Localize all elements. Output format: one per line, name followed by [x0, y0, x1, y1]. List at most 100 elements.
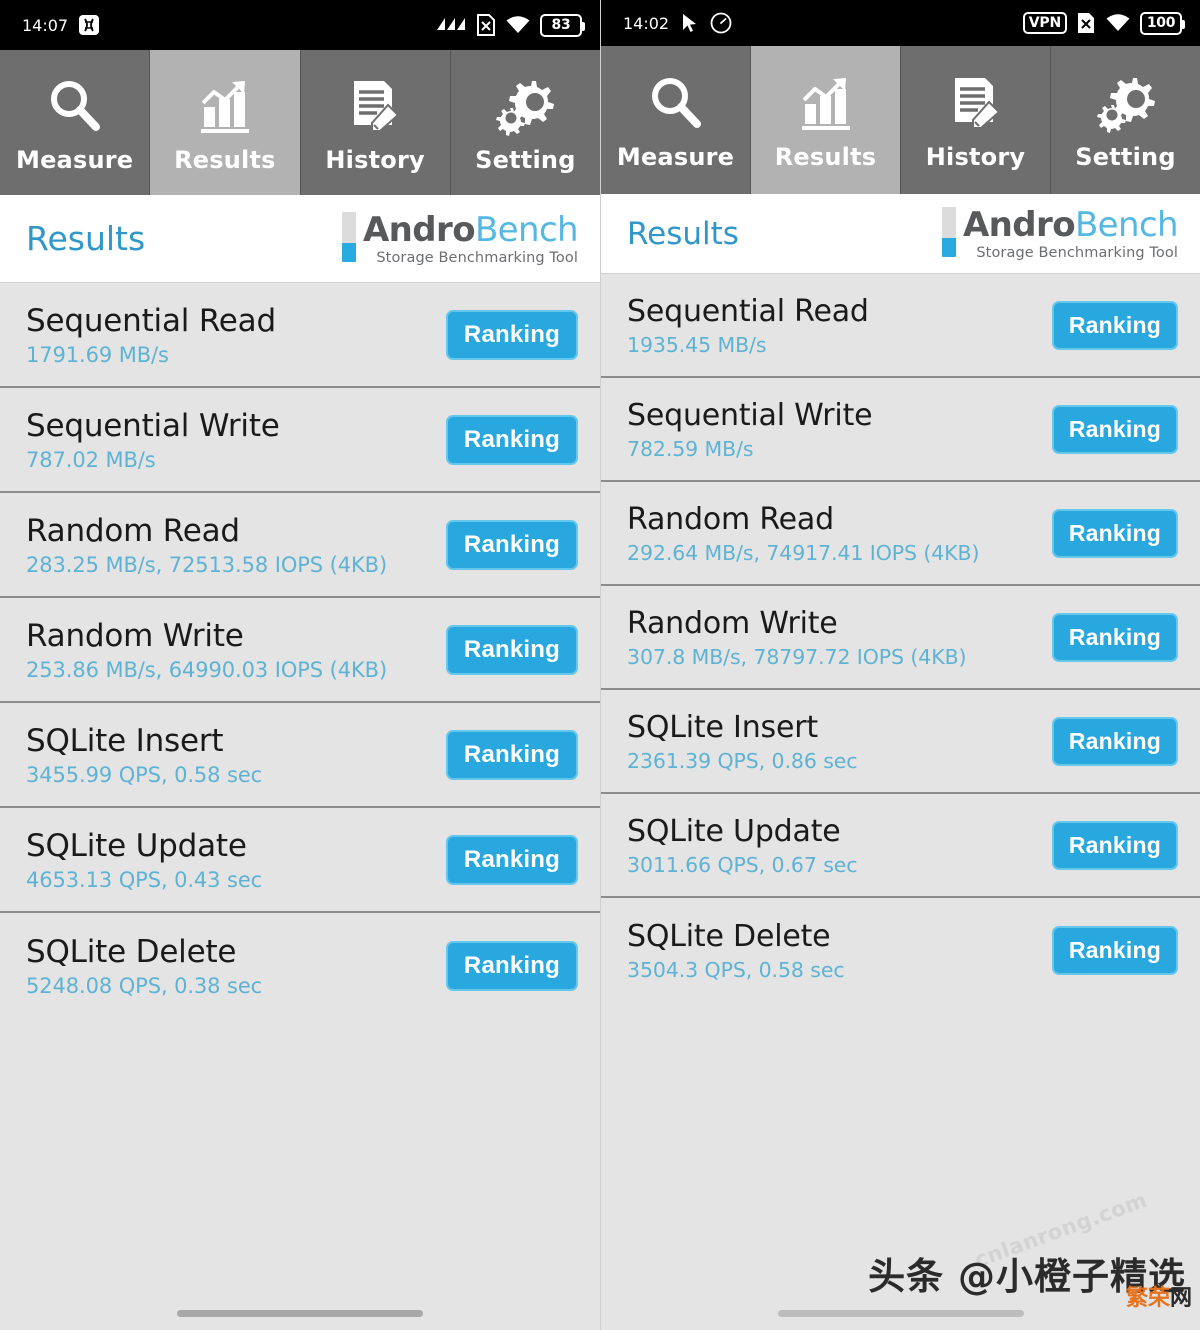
table-row[interactable]: SQLite Insert 3455.99 QPS, 0.58 sec Rank…: [0, 703, 600, 808]
table-row[interactable]: SQLite Insert 2361.39 QPS, 0.86 sec Rank…: [601, 690, 1200, 794]
row-texts: Random Write 253.86 MB/s, 64990.03 IOPS …: [26, 618, 387, 682]
tab-results[interactable]: Results: [150, 50, 301, 195]
row-texts: Sequential Write 782.59 MB/s: [627, 397, 873, 461]
tab-measure-label: Measure: [616, 143, 735, 171]
table-row[interactable]: SQLite Delete 5248.08 QPS, 0.38 sec Rank…: [0, 913, 600, 1018]
sim-disabled-icon: [1076, 11, 1096, 35]
logo-tagline: Storage Benchmarking Tool: [376, 249, 578, 266]
table-row[interactable]: SQLite Update 4653.13 QPS, 0.43 sec Rank…: [0, 808, 600, 913]
document-pencil-icon: [344, 72, 406, 140]
row-texts: SQLite Delete 5248.08 QPS, 0.38 sec: [26, 934, 262, 998]
signal-bars-icon: [435, 14, 467, 36]
status-time: 14:02: [623, 13, 670, 33]
row-texts: Random Read 283.25 MB/s, 72513.58 IOPS (…: [26, 513, 387, 577]
table-row[interactable]: Sequential Write 787.02 MB/s Ranking: [0, 388, 600, 493]
page-header: Results AndroBench Storage Benchmarking …: [0, 195, 600, 283]
logo-text: AndroBench Storage Benchmarking Tool: [362, 209, 579, 266]
results-list: Sequential Read 1791.69 MB/s Ranking Seq…: [0, 283, 600, 1018]
tab-measure[interactable]: Measure: [601, 46, 751, 194]
table-row[interactable]: Random Write 307.8 MB/s, 78797.72 IOPS (…: [601, 586, 1200, 690]
row-title: Random Read: [26, 512, 240, 549]
row-texts: SQLite Insert 2361.39 QPS, 0.86 sec: [627, 709, 858, 773]
tab-results[interactable]: Results: [751, 46, 901, 194]
page-header: Results AndroBench Storage Benchmarking …: [601, 194, 1200, 274]
tab-results-label: Results: [774, 143, 877, 171]
status-bar: 14:07 83: [0, 0, 600, 50]
gears-icon: [494, 72, 556, 140]
ranking-button[interactable]: Ranking: [445, 729, 578, 780]
table-row[interactable]: Sequential Read 1935.45 MB/s Ranking: [601, 274, 1200, 378]
ranking-button[interactable]: Ranking: [445, 624, 578, 675]
ranking-button[interactable]: Ranking: [1051, 612, 1178, 662]
table-row[interactable]: Random Read 283.25 MB/s, 72513.58 IOPS (…: [0, 493, 600, 598]
ranking-button[interactable]: Ranking: [1051, 820, 1178, 870]
row-texts: Sequential Read 1791.69 MB/s: [26, 303, 276, 367]
logo-wordmark: AndroBench: [362, 209, 579, 250]
ranking-button[interactable]: Ranking: [1051, 925, 1178, 975]
logo-bench: Bench: [474, 209, 579, 250]
table-row[interactable]: Random Read 292.64 MB/s, 74917.41 IOPS (…: [601, 482, 1200, 586]
logo-bar-icon: [941, 206, 956, 257]
ranking-button[interactable]: Ranking: [1051, 404, 1178, 454]
ranking-button[interactable]: Ranking: [445, 309, 578, 360]
row-value: 292.64 MB/s, 74917.41 IOPS (4KB): [627, 540, 980, 565]
clock-icon: [709, 11, 733, 35]
ranking-button[interactable]: Ranking: [1051, 716, 1178, 766]
status-bar: 14:02 VPN 100: [601, 0, 1200, 46]
tab-setting[interactable]: Setting: [450, 50, 600, 195]
tab-history-label: History: [925, 143, 1026, 171]
row-value: 1791.69 MB/s: [26, 342, 169, 367]
row-title: SQLite Insert: [627, 709, 818, 745]
battery-indicator: 100: [1140, 11, 1185, 35]
row-title: Random Read: [627, 501, 834, 537]
row-value: 3504.3 QPS, 0.58 sec: [627, 957, 845, 982]
row-title: SQLite Delete: [627, 918, 831, 954]
ranking-button[interactable]: Ranking: [1051, 300, 1178, 350]
row-texts: SQLite Insert 3455.99 QPS, 0.58 sec: [26, 723, 262, 787]
ranking-button[interactable]: Ranking: [445, 519, 578, 570]
home-indicator[interactable]: [777, 1310, 1024, 1317]
status-bar-right: 83: [435, 13, 585, 37]
sim-disabled-icon: [476, 13, 496, 37]
ranking-button[interactable]: Ranking: [445, 414, 578, 465]
table-row[interactable]: Sequential Read 1791.69 MB/s Ranking: [0, 283, 600, 388]
row-texts: SQLite Delete 3504.3 QPS, 0.58 sec: [627, 919, 845, 982]
magnifier-icon: [44, 72, 106, 140]
row-title: SQLite Insert: [26, 722, 224, 759]
row-title: Sequential Read: [627, 293, 869, 329]
table-row[interactable]: Sequential Write 782.59 MB/s Ranking: [601, 378, 1200, 482]
watermark-brand: 繁荣网: [1126, 1280, 1192, 1312]
home-indicator[interactable]: [177, 1310, 423, 1317]
dual-screenshot-comparison: 14:07 83 Measure Results History Setting…: [0, 0, 1200, 1330]
tab-measure[interactable]: Measure: [0, 50, 151, 195]
tab-measure-label: Measure: [16, 145, 134, 174]
row-value: 787.02 MB/s: [26, 447, 156, 472]
logo-wordmark: AndroBench: [963, 207, 1179, 243]
tab-history[interactable]: History: [300, 50, 451, 195]
status-bar-left: 14:02: [623, 11, 733, 35]
logo-bar-icon: [341, 211, 356, 262]
wifi-icon: [1105, 12, 1131, 34]
logo-text: AndroBench Storage Benchmarking Tool: [963, 207, 1179, 261]
androbench-logo: AndroBench Storage Benchmarking Tool: [941, 206, 1179, 261]
watermark-brand-dark: 网: [1169, 1286, 1192, 1311]
ranking-button[interactable]: Ranking: [1051, 508, 1178, 558]
row-texts: SQLite Update 3011.66 QPS, 0.67 sec: [627, 814, 858, 877]
content-column: Results AndroBench Storage Benchmarking …: [601, 194, 1200, 1330]
bar-chart-arrow-icon: [795, 69, 857, 137]
content-column: Results AndroBench Storage Benchmarking …: [0, 195, 600, 1330]
row-texts: SQLite Update 4653.13 QPS, 0.43 sec: [26, 828, 262, 892]
row-value: 5248.08 QPS, 0.38 sec: [26, 973, 263, 998]
table-row[interactable]: SQLite Delete 3504.3 QPS, 0.58 sec Ranki…: [601, 898, 1200, 1002]
gears-icon: [1095, 69, 1157, 137]
tab-history[interactable]: History: [901, 46, 1051, 194]
row-title: Sequential Write: [627, 397, 873, 433]
table-row[interactable]: Random Write 253.86 MB/s, 64990.03 IOPS …: [0, 598, 600, 703]
logo-andro: Andro: [362, 209, 476, 250]
table-row[interactable]: SQLite Update 3011.66 QPS, 0.67 sec Rank…: [601, 794, 1200, 898]
row-texts: Random Write 307.8 MB/s, 78797.72 IOPS (…: [627, 606, 967, 669]
ranking-button[interactable]: Ranking: [445, 940, 578, 991]
row-value: 4653.13 QPS, 0.43 sec: [26, 867, 263, 892]
tab-setting[interactable]: Setting: [1051, 46, 1200, 194]
ranking-button[interactable]: Ranking: [445, 834, 578, 885]
